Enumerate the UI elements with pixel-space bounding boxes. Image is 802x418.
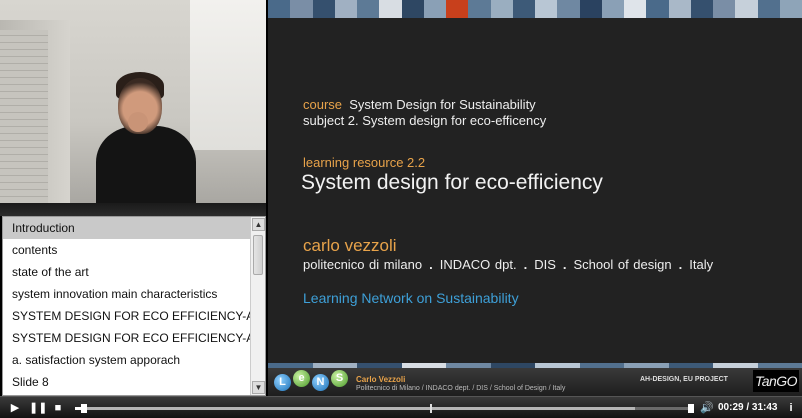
rewind-icon[interactable]: ▶ — [8, 401, 22, 415]
lens-logo: LeNS — [274, 370, 348, 394]
tango-logo: TanGO — [753, 370, 799, 392]
color-bar-segment — [423, 0, 446, 18]
color-bar-segment — [668, 0, 691, 18]
affiliation-part: politecnico di milano — [303, 257, 423, 272]
color-bar-segment — [379, 0, 402, 18]
color-bar-segment — [357, 0, 380, 18]
color-bar-segment — [713, 0, 736, 18]
chapter-item[interactable]: a. satisfaction system apporach — [3, 349, 251, 371]
scroll-down-button[interactable]: ▼ — [252, 381, 265, 394]
color-bar-segment — [624, 0, 647, 18]
author-name: carlo vezzoli — [303, 236, 397, 255]
subject-line: subject 2. System design for eco-efficen… — [303, 113, 547, 128]
footer-affiliation: Politecnico di Milano / INDACO dept. / D… — [356, 385, 566, 392]
volume-icon[interactable]: 🔊 — [700, 401, 714, 415]
panel-divider — [0, 203, 266, 216]
lens-logo-letter: S — [331, 370, 348, 387]
stop-icon[interactable]: ■ — [52, 401, 64, 415]
chapter-item[interactable]: SYSTEM DESIGN FOR ECO EFFICIENCY-A — [3, 327, 251, 349]
slide-title: System design for eco-efficiency — [301, 171, 603, 194]
video-window — [190, 0, 266, 150]
seek-handle[interactable] — [81, 404, 88, 413]
info-icon[interactable]: i — [786, 401, 796, 415]
footer-author: Carlo Vezzoli — [356, 375, 406, 384]
lens-logo-letter: e — [293, 370, 310, 387]
color-bar-segment — [601, 0, 624, 18]
scroll-up-button[interactable]: ▲ — [252, 218, 265, 231]
color-bar-segment — [446, 0, 469, 18]
video-board — [0, 30, 48, 203]
chapter-item[interactable]: Slide 8 — [3, 371, 251, 393]
color-bar-segment — [334, 0, 357, 18]
course-line: course System Design for Sustainability — [303, 97, 536, 112]
color-bar-segment — [757, 0, 780, 18]
affiliation-part: Italy — [689, 257, 714, 272]
color-bar-segment — [312, 0, 335, 18]
course-name: System Design for Sustainability — [349, 97, 536, 112]
speaker-body — [96, 126, 196, 203]
color-bar-segment — [579, 0, 602, 18]
slide-color-bar — [268, 0, 802, 18]
color-bar-segment — [468, 0, 491, 18]
color-bar-segment — [735, 0, 758, 18]
scroll-thumb[interactable] — [253, 235, 263, 275]
chapter-item[interactable]: contents — [3, 239, 251, 261]
author-affiliation: politecnico di milano. INDACO dpt.. DIS. Sc… — [303, 257, 714, 272]
lens-logo-letter: N — [312, 374, 329, 391]
chapter-scrollbar[interactable]: ▲ ▼ — [250, 217, 265, 395]
color-bar-segment — [557, 0, 580, 18]
chapter-list: Introduction contents state of the art syst… — [3, 217, 251, 395]
seek-bar[interactable] — [75, 404, 694, 413]
learning-resource-label: learning resource 2.2 — [303, 155, 426, 170]
color-bar-segment — [401, 0, 424, 18]
lens-logo-letter: L — [274, 374, 291, 391]
color-bar-segment — [646, 0, 669, 18]
player-controls: ▶ ❚❚ ■ 🔊 00:29 / 31:43 i — [0, 396, 802, 418]
color-bar-segment — [535, 0, 558, 18]
pause-icon[interactable]: ❚❚ — [29, 401, 47, 415]
network-name: Learning Network on Sustainability — [303, 290, 519, 306]
seek-buffer — [75, 407, 635, 410]
course-label: course — [303, 97, 343, 112]
footer-project: AH-DESIGN, EU PROJECT — [640, 376, 728, 383]
chapter-list-panel: Introduction contents state of the art syst… — [2, 216, 266, 396]
affiliation-part: DIS — [534, 257, 556, 272]
seek-end-marker — [688, 404, 694, 413]
color-bar-segment — [779, 0, 802, 18]
chapter-item[interactable]: SYSTEM DESIGN FOR ECO EFFICIENCY-A — [3, 305, 251, 327]
color-bar-segment — [512, 0, 535, 18]
speaker-hand — [128, 112, 148, 132]
seek-marker — [430, 404, 432, 413]
color-bar-segment — [290, 0, 313, 18]
color-bar-segment — [268, 0, 291, 18]
color-bar-segment — [490, 0, 513, 18]
color-bar-segment — [690, 0, 713, 18]
chapter-item[interactable]: system innovation main characteristics — [3, 283, 251, 305]
affiliation-part: INDACO dpt. — [439, 257, 517, 272]
speaker-video[interactable] — [0, 0, 266, 203]
chapter-item[interactable]: state of the art — [3, 261, 251, 283]
time-display: 00:29 / 31:43 — [718, 402, 778, 413]
presentation-slide: course System Design for Sustainability … — [268, 0, 802, 396]
affiliation-part: School of design — [573, 257, 672, 272]
chapter-item[interactable]: Introduction — [3, 217, 251, 239]
